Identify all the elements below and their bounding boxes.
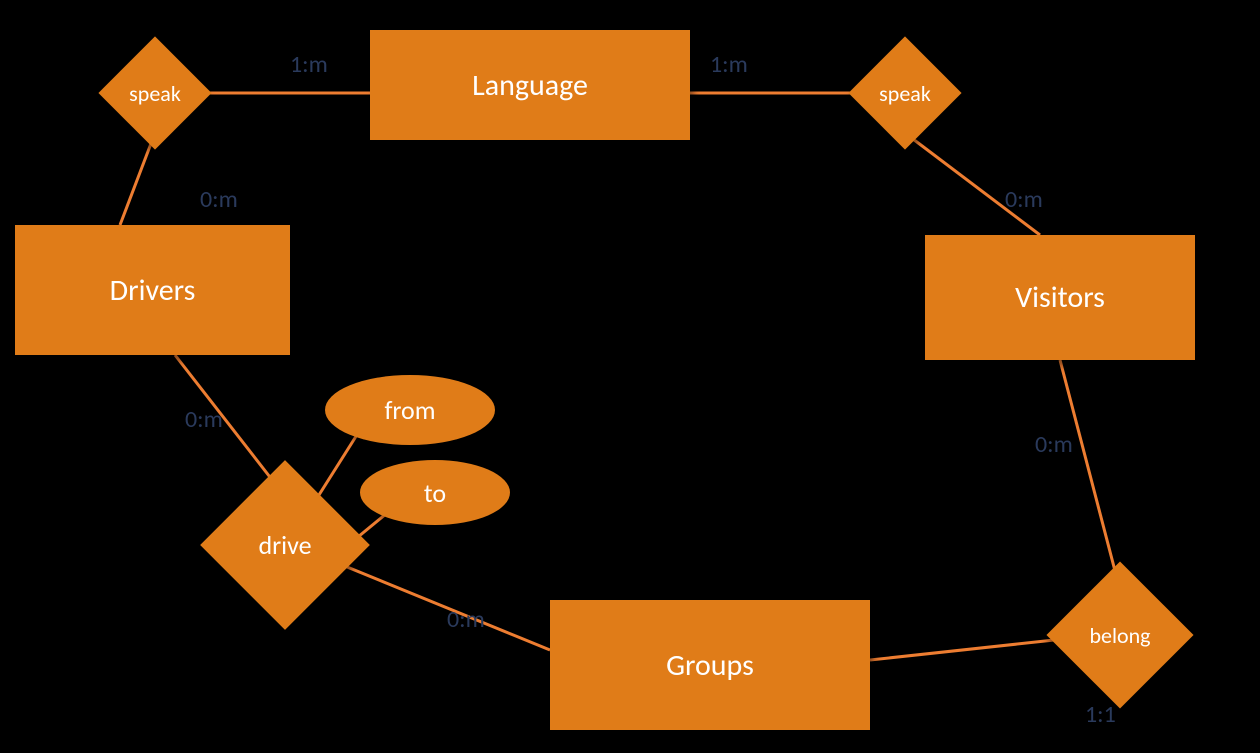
relationship-belong-label: belong — [1068, 583, 1172, 687]
cardinality-lang-speak-right: 1:m — [710, 50, 748, 79]
cardinality-drivers-drive: 0:m — [185, 405, 223, 434]
cardinality-groups-drive: 0:m — [447, 605, 485, 634]
relationship-speak-right: speak — [865, 53, 945, 133]
relationship-speak-left-label: speak — [115, 53, 195, 133]
relationship-drive: drive — [225, 485, 345, 605]
cardinality-drivers-speak: 0:m — [200, 185, 238, 214]
er-diagram: Language Drivers Visitors Groups speak s… — [0, 0, 1260, 753]
cardinality-groups-belong: 1:1 — [1085, 700, 1116, 729]
attribute-to: to — [360, 460, 510, 525]
relationship-speak-right-label: speak — [865, 53, 945, 133]
relationship-speak-left: speak — [115, 53, 195, 133]
relationship-belong: belong — [1068, 583, 1172, 687]
cardinality-visitors-belong: 0:m — [1035, 430, 1073, 459]
entity-language: Language — [370, 30, 690, 140]
entity-groups: Groups — [550, 600, 870, 730]
relationship-drive-label: drive — [225, 485, 345, 605]
cardinality-lang-speak-left: 1:m — [290, 50, 328, 79]
attribute-from: from — [325, 375, 495, 445]
cardinality-visitors-speak: 0:m — [1005, 185, 1043, 214]
entity-drivers: Drivers — [15, 225, 290, 355]
entity-visitors: Visitors — [925, 235, 1195, 360]
